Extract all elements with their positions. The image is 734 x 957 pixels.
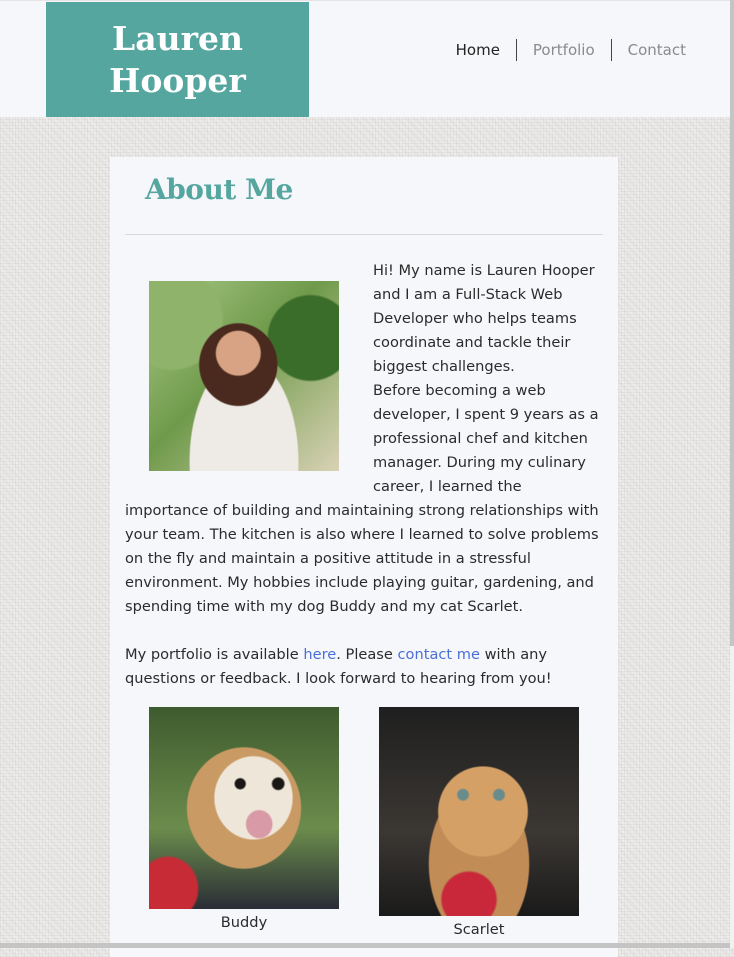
portfolio-link[interactable]: here — [303, 646, 336, 663]
dog-photo — [149, 707, 339, 909]
logo-last-name: Hooper — [109, 60, 246, 100]
page-title: About Me — [145, 173, 293, 206]
about-card: About Me Hi! My name is Lauren Hooper an… — [110, 157, 618, 957]
site-logo[interactable]: Lauren Hooper — [46, 2, 309, 117]
site-header: Lauren Hooper Home Portfolio Contact — [0, 0, 730, 117]
pet-caption: Buddy — [220, 914, 268, 931]
logo-first-name: Lauren — [112, 18, 243, 58]
pet-caption: Scarlet — [453, 921, 505, 938]
vertical-scrollbar[interactable] — [730, 0, 734, 948]
scrollbar-thumb[interactable] — [730, 0, 734, 646]
about-text: Hi! My name is Lauren Hooper and I am a … — [125, 259, 603, 691]
pet-card-buddy: Buddy — [149, 707, 339, 940]
nav-home-link[interactable]: Home — [440, 39, 516, 61]
contact-me-link[interactable]: contact me — [398, 646, 480, 663]
portrait-image — [149, 281, 339, 471]
title-divider — [125, 234, 603, 235]
pets-gallery: Buddy Scarlet — [149, 707, 589, 940]
please-text: . Please — [336, 646, 398, 663]
portfolio-text: My portfolio is available — [125, 646, 304, 663]
pet-card-scarlet: Scarlet — [379, 707, 579, 940]
contact-paragraph: My portfolio is available here. Please c… — [125, 643, 603, 691]
nav-portfolio-link[interactable]: Portfolio — [517, 39, 611, 61]
cat-photo — [379, 707, 579, 916]
horizontal-scrollbar[interactable] — [0, 943, 730, 948]
main-nav: Home Portfolio Contact — [440, 39, 702, 61]
nav-contact-link[interactable]: Contact — [612, 39, 702, 61]
